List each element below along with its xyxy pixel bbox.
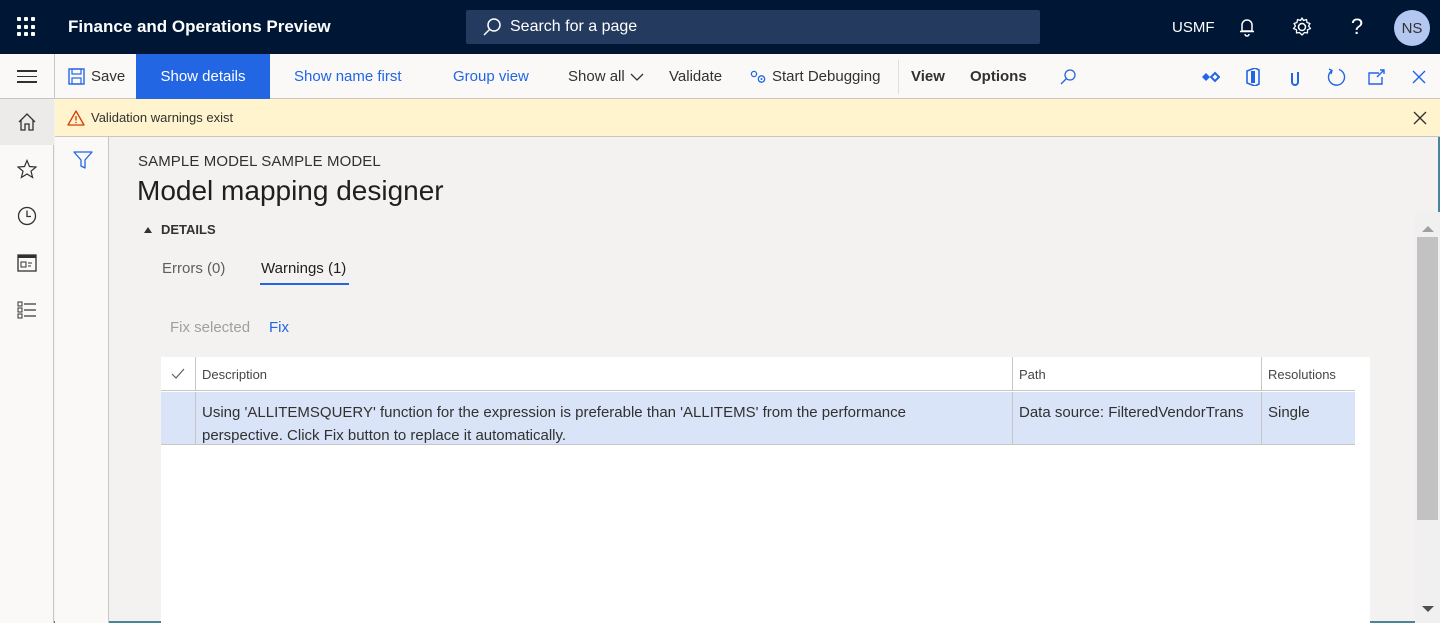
hamburger-menu-icon[interactable]	[17, 70, 37, 84]
resolution-cell[interactable]: Single	[1261, 392, 1355, 444]
tab-warnings[interactable]: Warnings (1)	[261, 260, 346, 277]
show-all-label: Show all	[568, 68, 625, 85]
open-new-window-icon[interactable]	[1365, 65, 1389, 89]
close-icon[interactable]	[1407, 65, 1431, 89]
group-view-button[interactable]: Group view	[453, 54, 529, 99]
filter-pane	[55, 137, 109, 623]
workspaces-icon[interactable]	[0, 240, 54, 286]
divider	[898, 60, 899, 94]
page-caption: SAMPLE MODEL SAMPLE MODEL	[138, 153, 381, 170]
column-header-label: Path	[1019, 367, 1046, 382]
collapse-triangle-icon	[144, 226, 152, 233]
fix-selected-button[interactable]: Fix selected	[170, 319, 250, 336]
help-icon[interactable]: ?	[1344, 14, 1370, 40]
user-avatar[interactable]: NS	[1394, 10, 1430, 46]
path-cell[interactable]: Data source: FilteredVendorTrans	[1012, 392, 1261, 444]
refresh-icon[interactable]	[1324, 65, 1348, 89]
top-nav-bar: Finance and Operations Preview USMF ? NS	[0, 0, 1440, 54]
modules-list-icon[interactable]	[0, 287, 54, 333]
column-header-label: Resolutions	[1268, 367, 1336, 382]
action-pane: Save Show details Show name first Group …	[0, 54, 1440, 134]
table-row[interactable]: Using 'ALLITEMSQUERY' function for the e…	[161, 392, 1355, 445]
show-all-dropdown[interactable]: Show all	[568, 54, 644, 99]
active-tab-indicator	[260, 283, 349, 285]
fix-button[interactable]: Fix	[269, 319, 289, 336]
show-name-first-button[interactable]: Show name first	[294, 54, 402, 99]
description-line: perspective. Click Fix button to replace…	[202, 427, 567, 444]
validate-button[interactable]: Validate	[669, 54, 722, 99]
office-icon[interactable]	[1241, 65, 1265, 89]
save-label: Save	[91, 68, 126, 85]
column-header-path[interactable]: Path	[1012, 357, 1261, 390]
banner-message: Validation warnings exist	[91, 110, 234, 125]
view-tab[interactable]: View	[911, 54, 945, 99]
navigation-rail	[0, 99, 54, 623]
select-all-column-header[interactable]	[161, 357, 195, 390]
waffle-icon[interactable]	[17, 17, 37, 37]
power-apps-icon[interactable]	[1199, 65, 1223, 89]
bell-icon[interactable]	[1234, 14, 1260, 40]
search-icon	[483, 18, 501, 36]
column-header-label: Description	[202, 367, 268, 382]
scroll-down-arrow-icon[interactable]	[1422, 606, 1434, 612]
validation-warning-banner: Validation warnings exist	[55, 99, 1440, 137]
home-icon[interactable]	[0, 99, 54, 145]
recent-clock-icon[interactable]	[0, 193, 54, 239]
details-section-toggle[interactable]: DETAILS	[144, 222, 216, 237]
row-select-cell[interactable]	[161, 392, 195, 444]
filter-icon[interactable]	[73, 151, 93, 169]
vertical-scrollbar[interactable]	[1415, 212, 1440, 623]
description-line: Using 'ALLITEMSQUERY' function for the e…	[202, 404, 906, 421]
search-input[interactable]	[510, 18, 990, 36]
save-icon	[68, 68, 85, 85]
options-tab[interactable]: Options	[970, 54, 1027, 99]
start-debugging-button[interactable]: Start Debugging	[749, 54, 880, 99]
divider	[54, 54, 55, 99]
gears-icon	[750, 70, 766, 83]
description-cell[interactable]: Using 'ALLITEMSQUERY' function for the e…	[195, 392, 1012, 444]
chevron-down-icon	[630, 73, 644, 81]
column-header-resolutions[interactable]: Resolutions	[1261, 357, 1355, 390]
resolution-value: Single	[1268, 404, 1310, 421]
close-banner-icon[interactable]	[1412, 110, 1428, 126]
search-icon[interactable]	[1056, 65, 1080, 89]
scrollbar-thumb[interactable]	[1417, 237, 1438, 520]
checkmark-icon	[171, 368, 185, 379]
gear-icon[interactable]	[1289, 14, 1315, 40]
start-debugging-label: Start Debugging	[772, 68, 881, 85]
company-picker[interactable]: USMF	[1172, 19, 1215, 36]
warnings-grid: Description Path Resolutions Using 'ALLI…	[161, 357, 1370, 623]
attachment-icon[interactable]	[1284, 65, 1308, 89]
tab-errors[interactable]: Errors (0)	[162, 260, 225, 277]
page-title: Model mapping designer	[137, 175, 444, 206]
show-details-button[interactable]: Show details	[136, 54, 270, 99]
app-title[interactable]: Finance and Operations Preview	[68, 17, 331, 37]
grid-header-row: Description Path Resolutions	[161, 357, 1355, 391]
path-value: Data source: FilteredVendorTrans	[1019, 404, 1244, 421]
details-label: DETAILS	[161, 222, 216, 237]
scroll-up-arrow-icon[interactable]	[1422, 226, 1434, 232]
column-header-description[interactable]: Description	[195, 357, 1012, 390]
save-button[interactable]: Save	[68, 54, 125, 99]
favorites-star-icon[interactable]	[0, 146, 54, 192]
page-search-box[interactable]	[466, 10, 1040, 44]
warning-icon	[67, 109, 85, 126]
